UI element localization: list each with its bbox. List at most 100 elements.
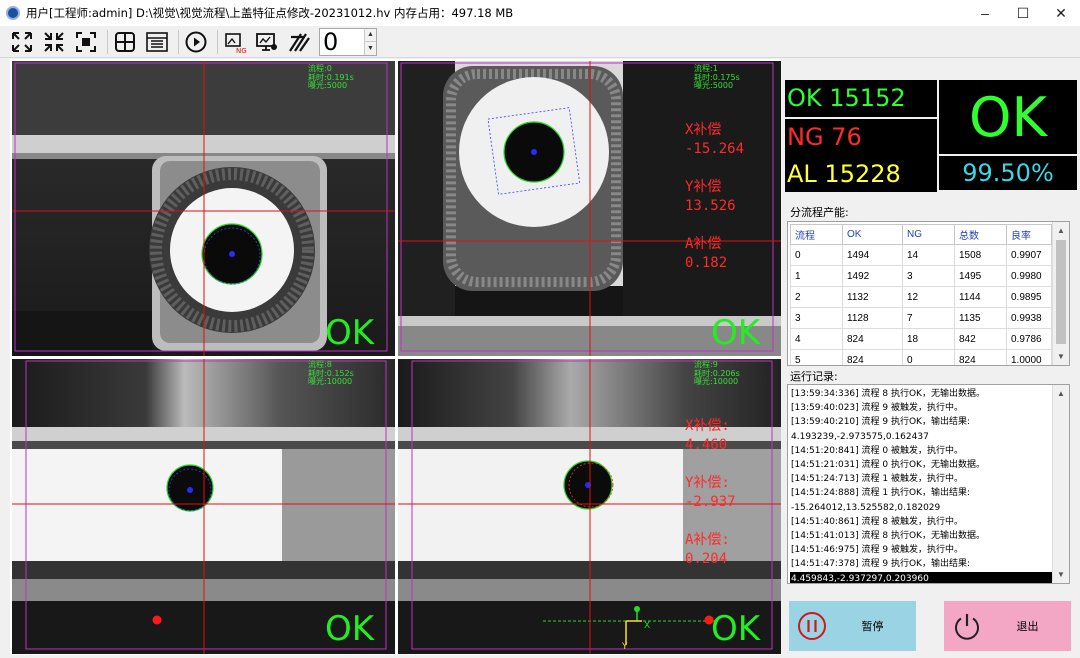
y-comp-label: Y补偿 xyxy=(685,179,722,195)
axis-x-label: X xyxy=(644,621,651,631)
col-header[interactable]: 总数 xyxy=(954,224,1007,245)
crosshair-button[interactable] xyxy=(111,29,139,55)
pause-button[interactable]: 暂停 xyxy=(789,601,916,651)
cell: 1.0000 xyxy=(1006,349,1052,365)
counter-value[interactable]: 0 xyxy=(320,29,364,55)
pause-icon xyxy=(798,612,826,640)
table-scrollbar[interactable]: ▲ ▼ xyxy=(1052,222,1069,365)
fit-window-button[interactable] xyxy=(72,29,100,55)
camera-pane-0[interactable]: 流程:0 耗时:0.191s 曝光:5000 OK xyxy=(12,61,395,356)
run-icon xyxy=(185,31,207,52)
al-count-box: AL 15228 xyxy=(785,156,937,192)
minimize-button[interactable]: – xyxy=(966,0,1004,26)
log-line[interactable]: [14:51:41:013] 流程 8 执行OK，无输出数据。 xyxy=(790,529,1052,543)
toolbar-separator xyxy=(178,29,179,54)
scroll-down-icon[interactable]: ▼ xyxy=(1053,348,1069,365)
scroll-thumb[interactable] xyxy=(1056,240,1066,344)
cell: 824 xyxy=(842,328,903,350)
log-line[interactable]: [14:51:47:378] 流程 9 执行OK，输出结果: xyxy=(790,557,1052,571)
toolbar-separator xyxy=(217,29,218,54)
ng-image-button[interactable]: NG xyxy=(221,29,249,55)
pane-info: 流程:0 耗时:0.191s 曝光:5000 xyxy=(308,64,354,90)
scroll-up-icon[interactable]: ▲ xyxy=(1053,222,1069,239)
cell: 1492 xyxy=(842,265,903,287)
y-comp-value: 13.526 xyxy=(685,198,736,214)
fit-all-button[interactable] xyxy=(8,29,36,55)
log-line[interactable]: [14:51:20:841] 流程 0 被触发，执行中。 xyxy=(790,444,1052,458)
log-line[interactable]: [13:59:40:210] 流程 9 执行OK，输出结果: xyxy=(790,415,1052,429)
table-row[interactable]: 0 1494 14 1508 0.9907 xyxy=(790,244,1052,266)
x-comp-label: X补偿: xyxy=(685,418,730,434)
monitor-button[interactable] xyxy=(253,29,281,55)
log-line[interactable]: [14:51:21:031] 流程 0 执行OK，无输出数据。 xyxy=(790,458,1052,472)
counter-spinner[interactable]: 0 ▲ ▼ xyxy=(319,27,377,56)
svg-text:NG: NG xyxy=(236,47,247,54)
table-row[interactable]: 2 1132 12 1144 0.9895 xyxy=(790,286,1052,308)
log-line[interactable]: 4.193239,-2.973575,0.162437 xyxy=(790,430,1052,444)
cell: 1 xyxy=(790,265,843,287)
cell: 0 xyxy=(790,244,843,266)
window-title: 用户[工程师:admin] D:\视觉\视觉流程\上盖特征点修改-2023101… xyxy=(26,6,514,20)
maximize-button[interactable]: ☐ xyxy=(1004,0,1042,26)
log-line[interactable]: [14:51:24:888] 流程 1 执行OK，输出结果: xyxy=(790,486,1052,500)
camera-pane-3[interactable]: 流程:9 耗时:0.206s 曝光:10000 X补偿: 4.460 Y补偿: -2.… xyxy=(398,359,781,654)
ng-image-icon: NG xyxy=(225,32,247,54)
camera-pane-1[interactable]: 流程:1 耗时:0.175s 曝光:5000 X补偿 -15.264 Y补偿 13.5… xyxy=(398,61,781,356)
layout-icon xyxy=(146,31,168,52)
cell: 1135 xyxy=(954,307,1007,329)
a-comp-label: A补偿 xyxy=(685,236,722,252)
table-row[interactable]: 5 824 0 824 1.0000 xyxy=(790,349,1052,365)
crosshair-icon xyxy=(115,31,135,52)
spin-down-icon[interactable]: ▼ xyxy=(365,42,376,55)
al-count: AL 15228 xyxy=(787,160,901,188)
cell: 824 xyxy=(842,349,903,365)
cell: 1144 xyxy=(954,286,1007,308)
col-header[interactable]: OK xyxy=(842,224,903,245)
pane-info: 流程:8 耗时:0.152s 曝光:10000 xyxy=(308,360,354,386)
cell: 14 xyxy=(902,244,955,266)
log-line[interactable]: -15.264012,13.525582,0.182029 xyxy=(790,501,1052,515)
table-row[interactable]: 3 1128 7 1135 0.9938 xyxy=(790,307,1052,329)
fit-all-icon xyxy=(12,31,32,52)
ok-count: OK 15152 xyxy=(787,84,906,112)
exit-button[interactable]: 退出 xyxy=(944,601,1071,651)
close-button[interactable]: ✕ xyxy=(1042,0,1080,26)
log-line[interactable]: [13:59:40:023] 流程 9 被触发，执行中。 xyxy=(790,401,1052,415)
col-header[interactable]: NG xyxy=(902,224,955,245)
ok-count-box: OK 15152 xyxy=(785,80,937,117)
log-line[interactable]: [14:51:24:713] 流程 1 被触发，执行中。 xyxy=(790,472,1052,486)
scroll-up-icon[interactable]: ▲ xyxy=(1053,385,1069,402)
log-panel[interactable]: [13:59:34:336] 流程 8 执行OK，无输出数据。 [13:59:4… xyxy=(787,384,1070,584)
toolbar: NG 0 ▲ ▼ xyxy=(0,26,1080,58)
log-line-selected[interactable]: 4.459843,-2.937297,0.203960 xyxy=(790,571,1052,583)
stripes-button[interactable] xyxy=(285,29,313,55)
pane-result: OK xyxy=(711,313,761,353)
cell: 1508 xyxy=(954,244,1007,266)
cell: 0.9938 xyxy=(1006,307,1052,329)
run-button[interactable] xyxy=(182,29,210,55)
log-list: [13:59:34:336] 流程 8 执行OK，无输出数据。 [13:59:4… xyxy=(790,387,1052,583)
x-comp-value: 4.460 xyxy=(685,437,728,453)
x-comp-label: X补偿 xyxy=(685,122,722,138)
cell: 824 xyxy=(954,349,1007,365)
log-scrollbar[interactable]: ▲ ▼ xyxy=(1052,385,1069,583)
scroll-down-icon[interactable]: ▼ xyxy=(1053,566,1069,583)
cell: 3 xyxy=(902,265,955,287)
col-header[interactable]: 良率 xyxy=(1006,224,1052,245)
log-line[interactable]: [14:51:40:861] 流程 8 被触发，执行中。 xyxy=(790,515,1052,529)
layout-button[interactable] xyxy=(143,29,171,55)
spin-up-icon[interactable]: ▲ xyxy=(365,28,376,42)
cell: 1132 xyxy=(842,286,903,308)
cell: 1495 xyxy=(954,265,1007,287)
cell: 12 xyxy=(902,286,955,308)
shrink-button[interactable] xyxy=(40,29,68,55)
col-header[interactable]: 流程 xyxy=(790,224,843,245)
log-line[interactable]: [14:51:46:975] 流程 9 被触发，执行中。 xyxy=(790,543,1052,557)
toolbar-separator xyxy=(107,29,108,54)
table-row[interactable]: 1 1492 3 1495 0.9980 xyxy=(790,265,1052,287)
log-line[interactable]: [13:59:34:336] 流程 8 执行OK，无输出数据。 xyxy=(790,387,1052,401)
table-row[interactable]: 4 824 18 842 0.9786 xyxy=(790,328,1052,350)
fit-window-icon xyxy=(76,31,96,52)
cell: 842 xyxy=(954,328,1007,350)
camera-pane-2[interactable]: 流程:8 耗时:0.152s 曝光:10000 OK xyxy=(12,359,395,654)
